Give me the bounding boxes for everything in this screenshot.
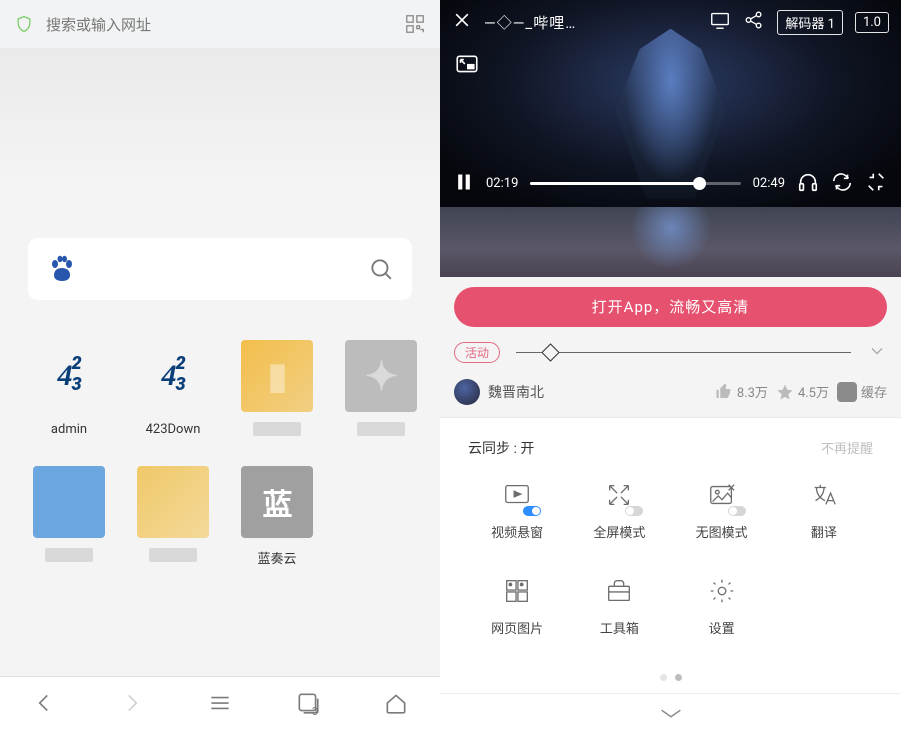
tile-label xyxy=(253,422,301,436)
fav-count: 4.5万 xyxy=(798,382,829,401)
star-icon xyxy=(776,383,794,401)
menu-label: 工具箱 xyxy=(600,618,639,637)
qr-scan-icon[interactable] xyxy=(404,13,426,35)
cast-icon[interactable] xyxy=(709,9,731,35)
menu-label: 设置 xyxy=(709,618,735,637)
back-button[interactable] xyxy=(31,690,57,720)
tile-blurred-4[interactable] xyxy=(128,466,218,586)
tile-label: admin xyxy=(51,422,87,437)
toolbox-icon xyxy=(604,576,634,606)
video-poster-strip xyxy=(440,207,901,277)
video-meta: 魏晋南北 8.3万 4.5万 缓存 xyxy=(440,375,901,417)
tile-label xyxy=(45,548,93,562)
page-indicator xyxy=(466,666,875,689)
open-app-button[interactable]: 打开App，流畅又高清 xyxy=(454,287,887,327)
tile-label xyxy=(357,422,405,436)
menu-label: 视频悬窗 xyxy=(491,522,543,541)
cache-label: 缓存 xyxy=(861,382,887,401)
page-dot xyxy=(660,674,667,681)
gear-icon xyxy=(707,576,737,606)
tab-count: 3 xyxy=(312,705,318,718)
headphones-icon[interactable] xyxy=(797,171,819,197)
page-dot-active xyxy=(675,674,682,681)
home-body: 423 admin 423 423Down ▮ ✦ xyxy=(0,48,440,732)
share-icon[interactable] xyxy=(743,9,765,35)
menu-label: 网页图片 xyxy=(491,618,543,637)
tile-lanzou[interactable]: 蓝 蓝奏云 xyxy=(232,466,322,586)
video-title: —◇—_哔哩… xyxy=(484,12,576,33)
shield-icon xyxy=(14,14,34,34)
cloud-sync-label: 云同步 : 开 xyxy=(468,438,534,458)
tabs-button[interactable]: 3 xyxy=(295,690,321,720)
download-icon xyxy=(837,382,857,402)
tags-row: 活动 xyxy=(440,339,901,375)
separator xyxy=(516,346,851,359)
baidu-logo-icon xyxy=(46,253,78,285)
decoder-chip[interactable]: 解码器 1 xyxy=(777,10,843,35)
tile-blurred-1[interactable]: ▮ xyxy=(232,340,322,460)
menu-label: 翻译 xyxy=(811,522,837,541)
home-button[interactable] xyxy=(383,690,409,720)
cloud-sync-row: 云同步 : 开 不再提醒 xyxy=(466,434,875,472)
video-controls: 02:19 02:49 xyxy=(440,171,901,197)
activity-tag[interactable]: 活动 xyxy=(454,342,500,363)
menu-settings[interactable]: 设置 xyxy=(671,574,773,666)
menu-fullscreen[interactable]: 全屏模式 xyxy=(568,478,670,570)
menu-noimage[interactable]: 无图模式 xyxy=(671,478,773,570)
uploader-name[interactable]: 魏晋南北 xyxy=(488,382,544,402)
likes[interactable]: 8.3万 xyxy=(715,382,768,401)
address-bar: 搜索或输入网址 xyxy=(0,0,440,48)
pip-button[interactable] xyxy=(454,52,480,78)
seek-bar[interactable] xyxy=(530,182,740,185)
loop-icon[interactable] xyxy=(831,171,853,197)
speed-chip[interactable]: 1.0 xyxy=(855,12,889,33)
close-button[interactable] xyxy=(452,10,472,34)
browser-home-pane: 搜索或输入网址 423 admin 423 423Down ▮ ✦ xyxy=(0,0,440,732)
toggle-on-icon xyxy=(523,506,541,516)
collapse-bar[interactable] xyxy=(440,693,901,732)
expand-button[interactable] xyxy=(867,341,887,365)
menu-float-video[interactable]: 视频悬窗 xyxy=(466,478,568,570)
dismiss-hint[interactable]: 不再提醒 xyxy=(821,438,873,457)
tile-label xyxy=(149,548,197,562)
tile-label: 蓝奏云 xyxy=(257,548,296,567)
tile-423down[interactable]: 423 423Down xyxy=(128,340,218,460)
tile-blurred-2[interactable]: ✦ xyxy=(336,340,426,460)
video-page-pane: —◇—_哔哩… 解码器 1 1.0 02:19 02:49 打开App，流畅又高… xyxy=(440,0,901,732)
search-icon[interactable] xyxy=(368,256,394,282)
menu-button[interactable] xyxy=(207,690,233,720)
chevron-down-icon xyxy=(656,703,686,723)
below-video: 打开App，流畅又高清 活动 魏晋南北 8.3万 4.5万 缓存 xyxy=(440,207,901,417)
menu-toolbox[interactable]: 工具箱 xyxy=(568,574,670,666)
url-input[interactable]: 搜索或输入网址 xyxy=(46,14,392,35)
speed-dial-grid: 423 admin 423 423Down ▮ ✦ xyxy=(24,340,416,586)
pause-button[interactable] xyxy=(454,171,474,197)
current-time: 02:19 xyxy=(486,176,518,191)
avatar[interactable] xyxy=(454,379,480,405)
tile-blurred-3[interactable] xyxy=(24,466,114,586)
video-top-bar: —◇—_哔哩… 解码器 1 1.0 xyxy=(440,0,901,44)
translate-icon xyxy=(809,480,839,510)
tool-menu-sheet: 云同步 : 开 不再提醒 视频悬窗 全屏模式 无图模式 翻译 网页图片 xyxy=(440,417,901,693)
bottom-nav: 3 xyxy=(0,676,440,732)
tile-label: 423Down xyxy=(146,422,201,437)
thumb-up-icon xyxy=(715,383,733,401)
menu-label: 全屏模式 xyxy=(593,522,645,541)
favorites[interactable]: 4.5万 xyxy=(776,382,829,401)
toggle-off-icon xyxy=(728,506,746,516)
menu-label: 无图模式 xyxy=(696,522,748,541)
shrink-icon[interactable] xyxy=(865,171,887,197)
page-images-icon xyxy=(502,576,532,606)
video-player[interactable]: —◇—_哔哩… 解码器 1 1.0 02:19 02:49 xyxy=(440,0,901,207)
forward-button[interactable] xyxy=(119,690,145,720)
tile-admin[interactable]: 423 admin xyxy=(24,340,114,460)
duration: 02:49 xyxy=(753,176,785,191)
menu-page-images[interactable]: 网页图片 xyxy=(466,574,568,666)
search-bar[interactable] xyxy=(28,238,412,300)
menu-grid: 视频悬窗 全屏模式 无图模式 翻译 网页图片 工具箱 xyxy=(466,478,875,666)
cache-button[interactable]: 缓存 xyxy=(837,382,887,402)
toggle-off-icon xyxy=(625,506,643,516)
menu-translate[interactable]: 翻译 xyxy=(773,478,875,570)
like-count: 8.3万 xyxy=(737,382,768,401)
